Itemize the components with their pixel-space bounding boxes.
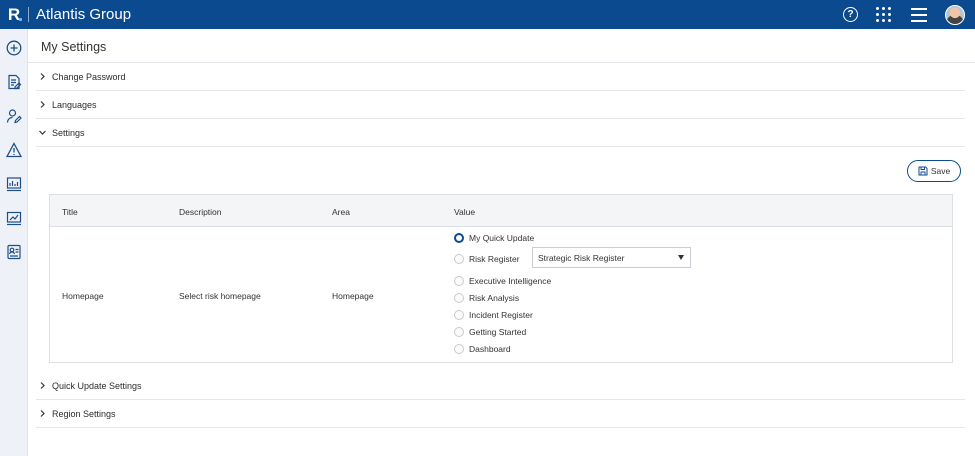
- cell-title: Homepage: [62, 291, 104, 301]
- save-icon: [918, 166, 928, 176]
- app-title: Atlantis Group: [36, 6, 132, 23]
- select-value: Strategic Risk Register: [538, 252, 625, 263]
- section-label: Languages: [52, 99, 97, 110]
- logo-divider: [28, 7, 29, 22]
- radio-my-quick-update[interactable]: My Quick Update: [454, 231, 534, 244]
- chevron-down-icon: [38, 128, 47, 137]
- cell-area: Homepage: [332, 291, 374, 301]
- document-edit-icon[interactable]: [6, 74, 22, 90]
- radio-label: Risk Analysis: [469, 292, 520, 303]
- radio-label: Executive Intelligence: [469, 275, 552, 286]
- section-region-settings[interactable]: Region Settings: [36, 400, 965, 428]
- radio-incident-register[interactable]: Incident Register: [454, 308, 533, 321]
- settings-table: Title Description Area Value Homepage Se…: [49, 194, 953, 363]
- header-title: Title: [62, 207, 78, 217]
- radio-executive-intelligence[interactable]: Executive Intelligence: [454, 274, 551, 287]
- user-edit-icon[interactable]: [6, 108, 22, 124]
- save-label: Save: [930, 166, 951, 176]
- radio-label: Getting Started: [469, 326, 527, 337]
- section-quick-update-settings[interactable]: Quick Update Settings: [36, 372, 965, 400]
- radio-unselected[interactable]: [454, 309, 464, 320]
- section-settings[interactable]: Settings: [36, 119, 965, 147]
- help-icon[interactable]: ?: [843, 7, 858, 22]
- section-label: Quick Update Settings: [52, 380, 142, 391]
- section-change-password[interactable]: Change Password: [36, 63, 965, 91]
- report-chart-icon[interactable]: [6, 176, 22, 192]
- section-languages[interactable]: Languages: [36, 91, 965, 119]
- radio-risk-analysis[interactable]: Risk Analysis: [454, 291, 519, 304]
- top-bar-actions: ?: [843, 0, 975, 29]
- chevron-right-icon: [38, 72, 47, 81]
- warning-icon[interactable]: [6, 142, 22, 158]
- dashboard-chart-icon[interactable]: [6, 210, 22, 226]
- radio-unselected[interactable]: [454, 292, 464, 303]
- contact-card-icon[interactable]: [6, 244, 22, 260]
- main-content: My Settings Change Password Languages Se…: [28, 29, 975, 456]
- add-circle-icon[interactable]: [6, 40, 22, 56]
- header-area: Area: [332, 207, 350, 217]
- radio-label: My Quick Update: [469, 232, 535, 243]
- dropdown-caret-icon: [678, 255, 684, 260]
- radio-risk-register[interactable]: Risk Register: [454, 252, 520, 265]
- chevron-right-icon: [38, 100, 47, 109]
- radio-unselected[interactable]: [454, 253, 464, 264]
- section-label: Region Settings: [52, 408, 116, 419]
- chevron-right-icon: [38, 381, 47, 390]
- radio-unselected[interactable]: [454, 275, 464, 286]
- section-label: Change Password: [52, 71, 126, 82]
- table-header: Title Description Area Value: [50, 195, 952, 227]
- app-logo[interactable]: R: [0, 0, 28, 29]
- radio-unselected[interactable]: [454, 343, 464, 354]
- chevron-right-icon: [38, 409, 47, 418]
- header-description: Description: [179, 207, 222, 217]
- avatar[interactable]: [945, 4, 965, 25]
- hamburger-menu-icon[interactable]: [911, 6, 927, 24]
- radio-getting-started[interactable]: Getting Started: [454, 325, 526, 338]
- sidebar: [0, 29, 28, 456]
- radio-label: Incident Register: [469, 309, 533, 320]
- risk-register-select[interactable]: Strategic Risk Register: [532, 247, 691, 268]
- logo-letter: R: [7, 4, 21, 24]
- top-bar: R Atlantis Group ?: [0, 0, 975, 29]
- section-label: Settings: [52, 127, 85, 138]
- logo-dot: [19, 18, 22, 21]
- radio-dashboard[interactable]: Dashboard: [454, 342, 511, 355]
- save-button[interactable]: Save: [907, 160, 961, 182]
- radio-selected[interactable]: [454, 232, 464, 243]
- header-value: Value: [454, 207, 476, 217]
- radio-unselected[interactable]: [454, 326, 464, 337]
- cell-description: Select risk homepage: [179, 291, 261, 301]
- radio-label: Risk Register: [469, 253, 520, 264]
- radio-label: Dashboard: [469, 343, 511, 354]
- page-title: My Settings: [41, 40, 107, 54]
- apps-grid-icon[interactable]: [876, 7, 891, 22]
